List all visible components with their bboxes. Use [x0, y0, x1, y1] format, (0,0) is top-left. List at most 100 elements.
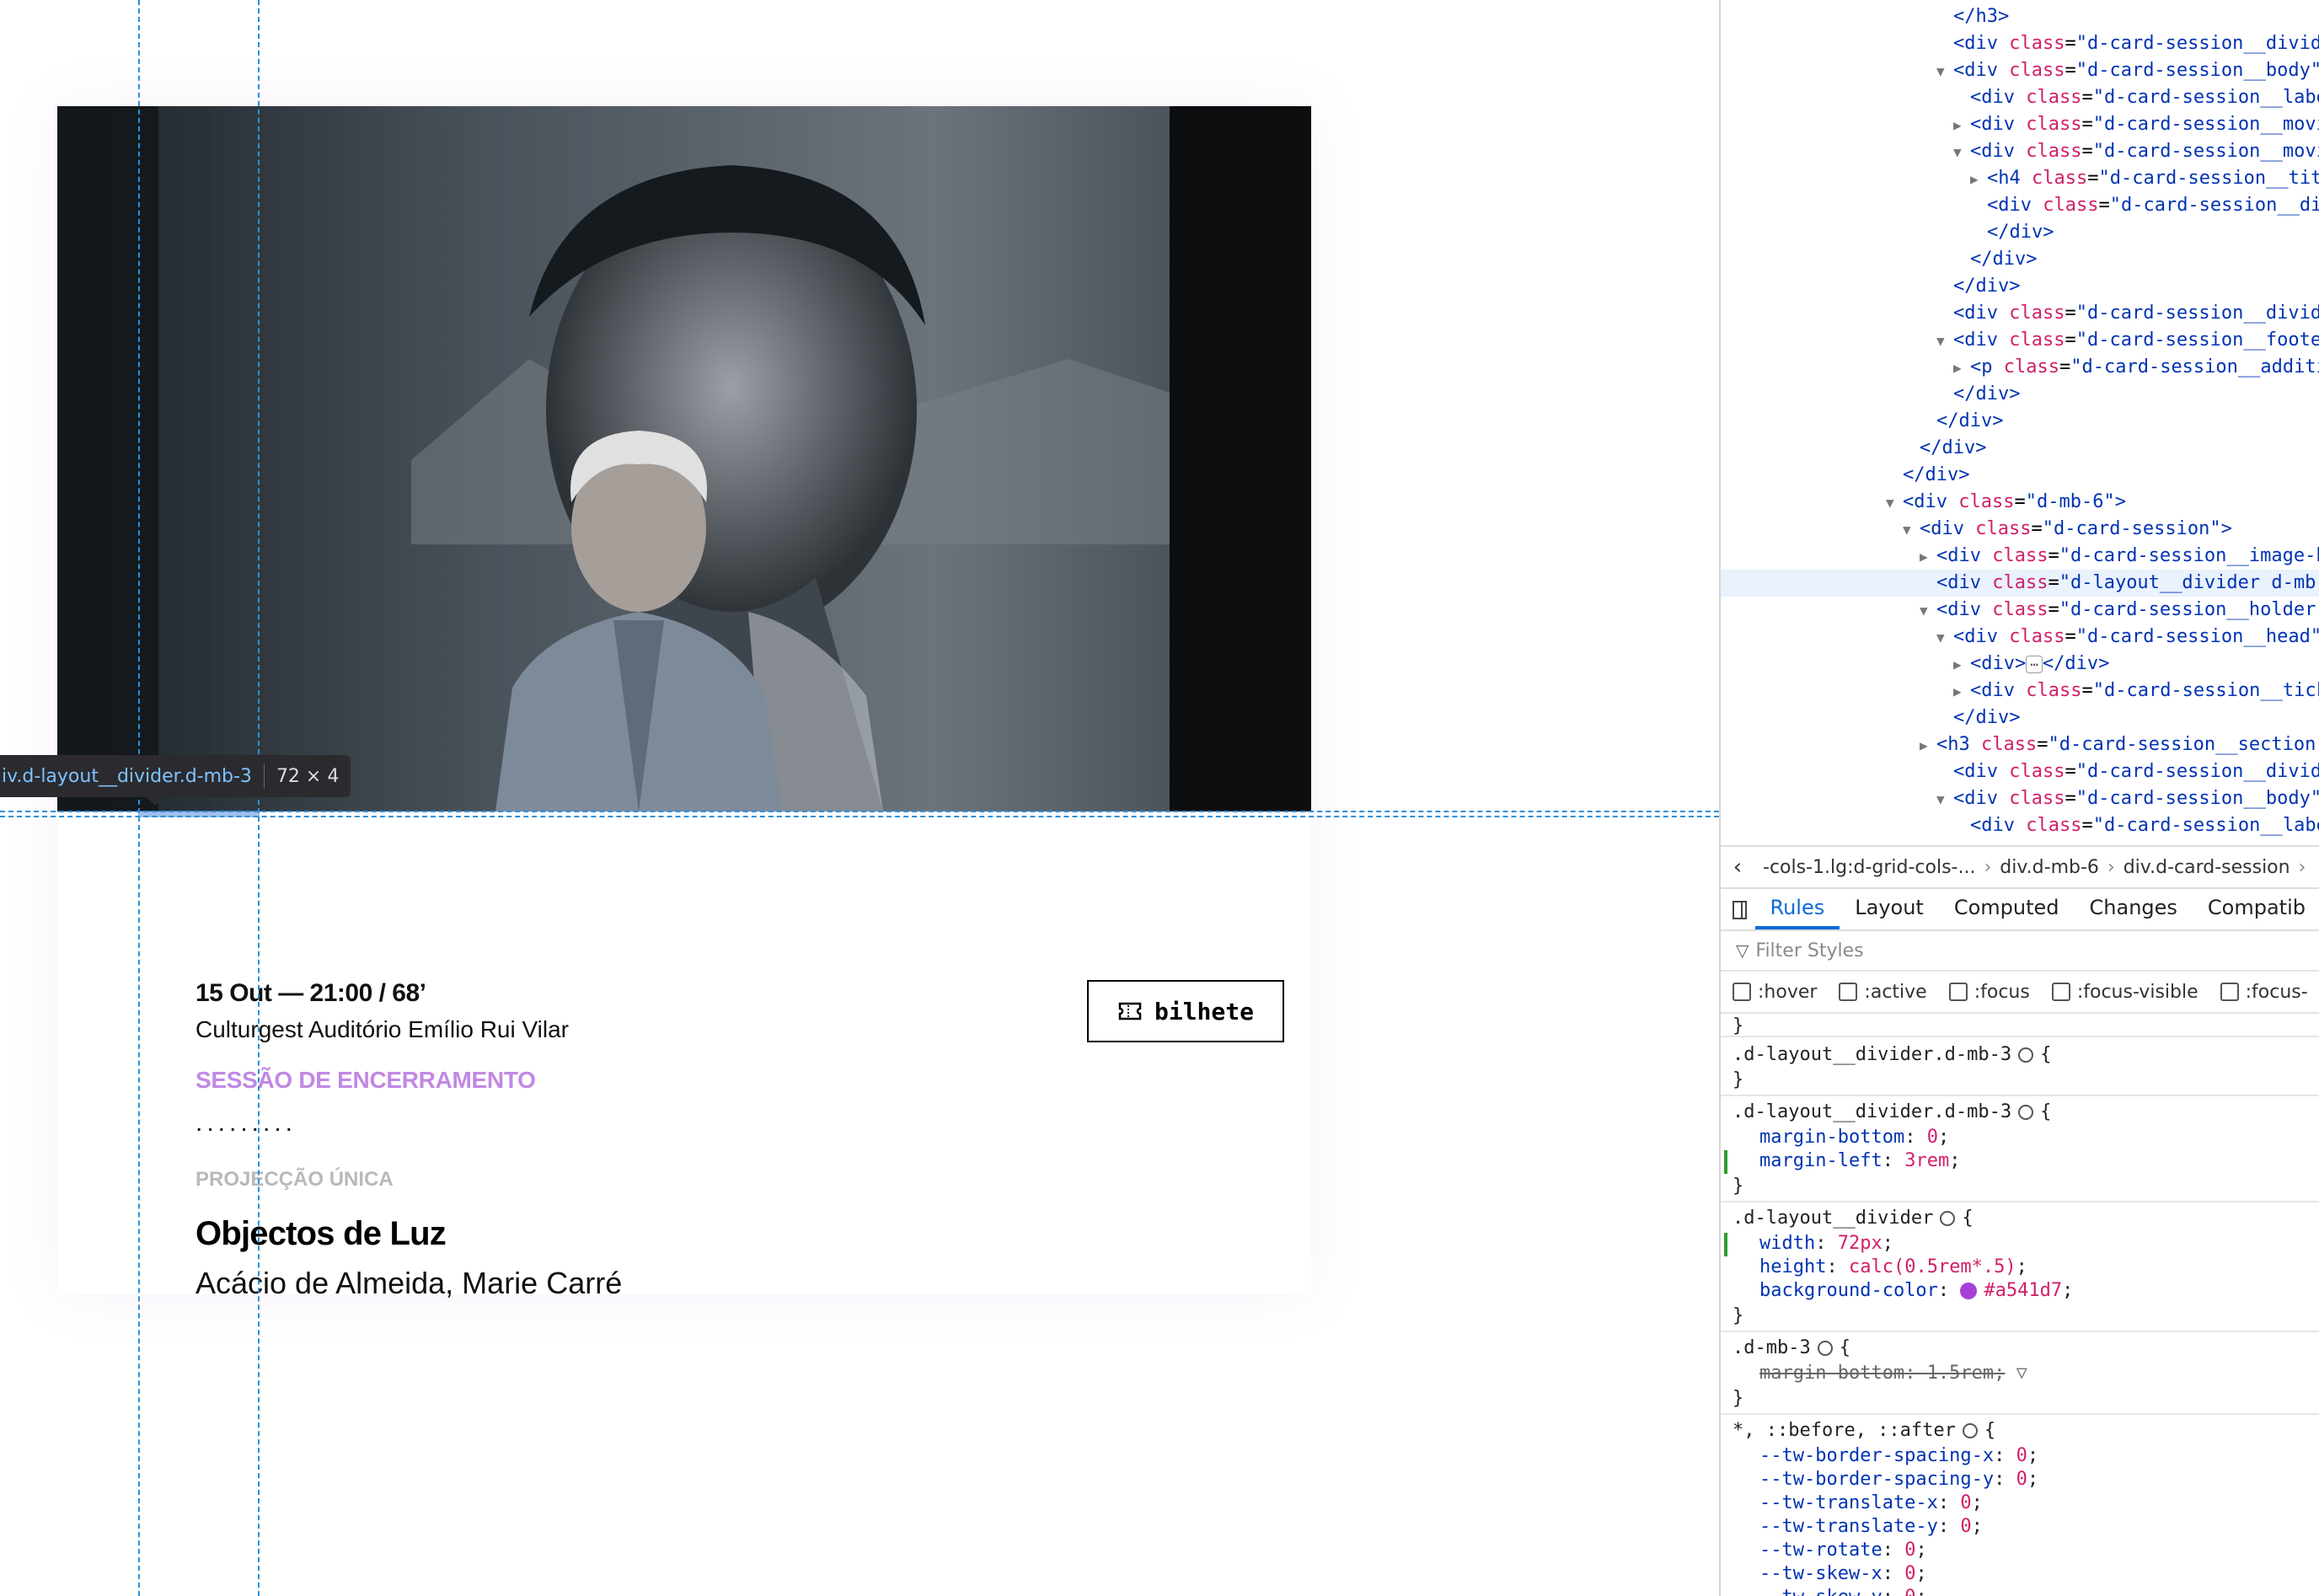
rule3-prop-width[interactable]: width: 72px; [1759, 1231, 1893, 1256]
tab-layout[interactable]: Layout [1840, 896, 1939, 929]
prop-value[interactable]: 0 [2016, 1469, 2027, 1490]
dom-node[interactable]: ▶<h3 class="d-card-session__section"> [1721, 731, 2319, 758]
pseudo-hover-checkbox[interactable]: :hover [1733, 982, 1817, 1003]
pseudo-active-checkbox[interactable]: :active [1839, 982, 1927, 1003]
dom-tree[interactable]: </h3><div class="d-card-session__divider… [1721, 0, 2319, 843]
prop-value[interactable]: 72px [1838, 1233, 1883, 1254]
rule2-prop-margin-bottom[interactable]: margin-bottom: 0; [1759, 1125, 1949, 1150]
ticket-button[interactable]: bilhete [1087, 980, 1284, 1042]
tab-changes[interactable]: Changes [2075, 896, 2193, 929]
dom-node[interactable]: ▶<p class="d-card-session__additio"> [1721, 354, 2319, 381]
prop-value[interactable]: 0 [1927, 1127, 1938, 1148]
prop-value[interactable]: 1.5rem [1927, 1363, 1994, 1384]
dom-node[interactable]: <div class="d-card-session__label"> [1721, 84, 2319, 111]
rule5-prop[interactable]: --tw-border-spacing-y: 0; [1759, 1467, 2038, 1492]
prop-value[interactable]: 3rem [1904, 1150, 1949, 1171]
breadcrumb-item-grid[interactable]: -cols-1.lg:d-grid-cols-... [1754, 857, 1984, 878]
rule5-prop[interactable]: --tw-skew-x: 0; [1759, 1561, 1927, 1587]
dom-node[interactable]: ▼<div class="d-card-session__body"> [1721, 57, 2319, 84]
expand-closed-icon[interactable]: ▶ [1953, 678, 1970, 705]
rule-settings-icon[interactable] [1940, 1211, 1956, 1226]
dom-node[interactable]: ▼ <div class="d-mb-6"> [1721, 489, 2319, 516]
expand-closed-icon[interactable]: ▶ [1953, 651, 1970, 678]
color-swatch-icon[interactable] [1960, 1283, 1978, 1299]
dom-node[interactable]: <div class="d-layout__divider d-mb-3"> [1721, 570, 2319, 597]
rule3-prop-height[interactable]: height: calc(0.5rem*.5); [1759, 1255, 2027, 1280]
rule5-prop[interactable]: --tw-skew-y: 0; [1759, 1585, 1927, 1596]
dom-node[interactable]: </div> [1721, 408, 2319, 435]
dom-node[interactable]: ▼<div class="d-card-session__body"> [1721, 785, 2319, 812]
rule1-header[interactable]: .d-layout__divider.d-mb-3{ [1733, 1042, 2051, 1068]
expand-closed-icon[interactable]: ▶ [1953, 355, 1970, 382]
tab-compatibility[interactable]: Compatib [2193, 896, 2319, 929]
prop-value[interactable]: 0 [1904, 1563, 1915, 1584]
rule-settings-icon[interactable] [1817, 1341, 1833, 1356]
dom-node[interactable]: <div class="d-card-session__label"> [1721, 812, 2319, 839]
expand-closed-icon[interactable]: ▶ [1920, 732, 1936, 759]
prop-value[interactable]: 0 [1904, 1587, 1915, 1596]
rule4-prop-margin-bottom[interactable]: margin-bottom: 1.5rem; ▽ [1759, 1361, 2027, 1386]
expand-open-icon[interactable]: ▼ [1936, 786, 1953, 813]
rule5-prop[interactable]: --tw-border-spacing-x: 0; [1759, 1443, 2038, 1469]
prop-value[interactable]: 0 [1960, 1516, 1971, 1537]
movie-title[interactable]: Objectos de Luz [195, 1215, 447, 1253]
dom-node[interactable]: </div> [1721, 246, 2319, 273]
prop-value[interactable]: calc(0.5rem*.5) [1849, 1256, 2016, 1277]
dom-node[interactable]: </div> [1721, 219, 2319, 246]
dom-node[interactable]: ▼<div class="d-card-session__movie"> [1721, 138, 2319, 165]
breadcrumb-back-icon[interactable]: ‹ [1721, 854, 1754, 880]
breadcrumb-item-card-session[interactable]: div.d-card-session [2115, 857, 2299, 878]
dom-node[interactable]: </h3> [1721, 3, 2319, 30]
dom-node[interactable]: ▼<div class="d-card-session__holder"> [1721, 597, 2319, 624]
expand-closed-icon[interactable]: ▶ [1920, 544, 1936, 570]
expand-open-icon[interactable]: ▼ [1936, 58, 1953, 85]
overridden-filter-icon[interactable]: ▽ [2016, 1363, 2027, 1384]
rule5-header[interactable]: *, ::before, ::after{ [1733, 1418, 1995, 1443]
expand-open-icon[interactable]: ▼ [1953, 139, 1970, 166]
expand-open-icon[interactable]: ▼ [1936, 624, 1953, 651]
dom-node[interactable]: ▶<div class="d-card-session__ticke"> [1721, 677, 2319, 704]
dom-node[interactable]: ▼ <div class="d-card-session"> [1721, 516, 2319, 543]
rule5-prop[interactable]: --tw-rotate: 0; [1759, 1538, 1927, 1563]
prop-value[interactable]: 0 [1960, 1492, 1971, 1513]
expand-closed-icon[interactable]: ▶ [1970, 166, 1987, 193]
rule2-prop-margin-left[interactable]: margin-left: 3rem; [1759, 1149, 1960, 1174]
dom-node[interactable]: </div> [1721, 704, 2319, 731]
dom-node[interactable]: <div class="d-card-session__divider"> [1721, 30, 2319, 57]
rule-settings-icon[interactable] [2018, 1105, 2034, 1120]
tab-rules[interactable]: Rules [1754, 896, 1840, 929]
rule3-prop-background-color[interactable]: background-color: #a541d7; [1759, 1278, 2073, 1304]
expand-open-icon[interactable]: ▼ [1903, 517, 1920, 544]
dom-node[interactable]: </div> [1721, 462, 2319, 489]
pseudo-focus-visible-checkbox[interactable]: :focus-visible [2051, 982, 2198, 1003]
rule2-header[interactable]: .d-layout__divider.d-mb-3{ [1733, 1100, 2051, 1125]
rule-settings-icon[interactable] [1962, 1423, 1978, 1438]
pseudo-focus-within-checkbox[interactable]: :focus- [2220, 982, 2308, 1003]
dom-node[interactable]: </div> [1721, 435, 2319, 462]
expand-closed-icon[interactable]: ▶ [1953, 112, 1970, 139]
dom-node[interactable]: ▶<div class="d-card-session__movie"> [1721, 111, 2319, 138]
dom-node[interactable]: </div> [1721, 273, 2319, 300]
dom-node[interactable]: ▼<div class="d-card-session__footer"> [1721, 327, 2319, 354]
pseudo-focus-checkbox[interactable]: :focus [1948, 982, 2030, 1003]
sidebar-toggle-icon[interactable] [1733, 901, 1747, 919]
dom-node[interactable]: ▶<div class="d-card-session__image-ho"> [1721, 543, 2319, 570]
prop-value[interactable]: #a541d7 [1984, 1280, 2062, 1301]
rule4-header[interactable]: .d-mb-3{ [1733, 1336, 1850, 1361]
rule5-prop[interactable]: --tw-translate-y: 0; [1759, 1514, 1983, 1540]
breadcrumb-item-mb6[interactable]: div.d-mb-6 [1991, 857, 2107, 878]
dom-node[interactable]: ▼<div class="d-card-session__head"> [1721, 624, 2319, 651]
prop-value[interactable]: 0 [1904, 1540, 1915, 1561]
dom-node[interactable]: <div class="d-card-session__divider"> [1721, 300, 2319, 327]
rule5-prop[interactable]: --tw-translate-x: 0; [1759, 1491, 1983, 1516]
rule-settings-icon[interactable] [2018, 1047, 2034, 1063]
filter-styles[interactable]: ▽ Filter Styles [1721, 931, 2319, 972]
expand-open-icon[interactable]: ▼ [1936, 328, 1953, 355]
dom-node[interactable]: <div class="d-card-session__divider"> [1721, 758, 2319, 785]
dom-node[interactable]: ▶<h4 class="d-card-session__title"> [1721, 165, 2319, 192]
expand-open-icon[interactable]: ▼ [1920, 597, 1936, 624]
rule3-header[interactable]: .d-layout__divider{ [1733, 1206, 1974, 1231]
dom-node[interactable]: ▶ <div> ⋯ </div> [1721, 651, 2319, 677]
dom-node[interactable]: <div class="d-card-session__dire"> [1721, 192, 2319, 219]
prop-value[interactable]: 0 [2016, 1445, 2027, 1466]
